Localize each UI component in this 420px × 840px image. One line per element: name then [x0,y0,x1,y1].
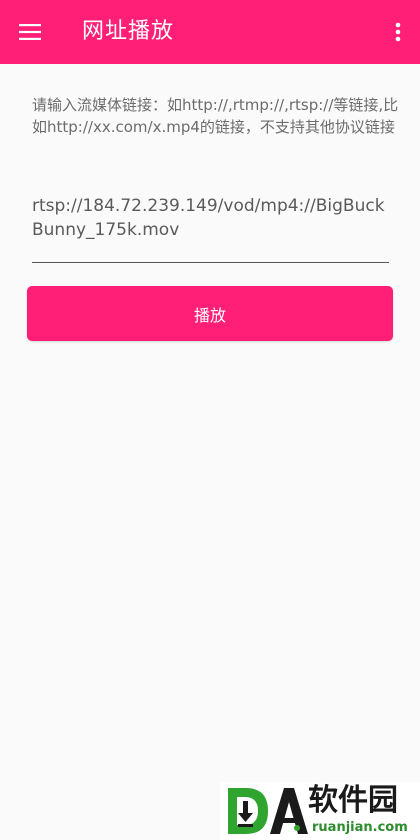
url-input[interactable]: rtsp://184.72.239.149/vod/mp4://BigBuckB… [32,194,388,242]
watermark-brand-cn: 软件园 [308,783,398,818]
watermark-brand-en: ruanjian.com [312,820,408,835]
play-button[interactable]: 播放 [27,286,393,341]
screen: 网址播放 请输入流媒体链接：如http://,rtmp://,rtsp://等链… [0,0,420,840]
page-title: 网址播放 [82,19,175,44]
more-options-button[interactable] [384,14,412,50]
url-input-underline [32,262,389,263]
watermark-logo [228,788,308,834]
input-hint-text: 请输入流媒体链接：如http://,rtmp://,rtsp://等链接,比如h… [32,96,399,136]
hamburger-menu-icon [19,24,41,40]
menu-button[interactable] [12,14,48,50]
watermark: 软件园 ruanjian.com [220,782,420,840]
more-vertical-icon [395,22,401,42]
app-bar: 网址播放 [0,0,420,64]
